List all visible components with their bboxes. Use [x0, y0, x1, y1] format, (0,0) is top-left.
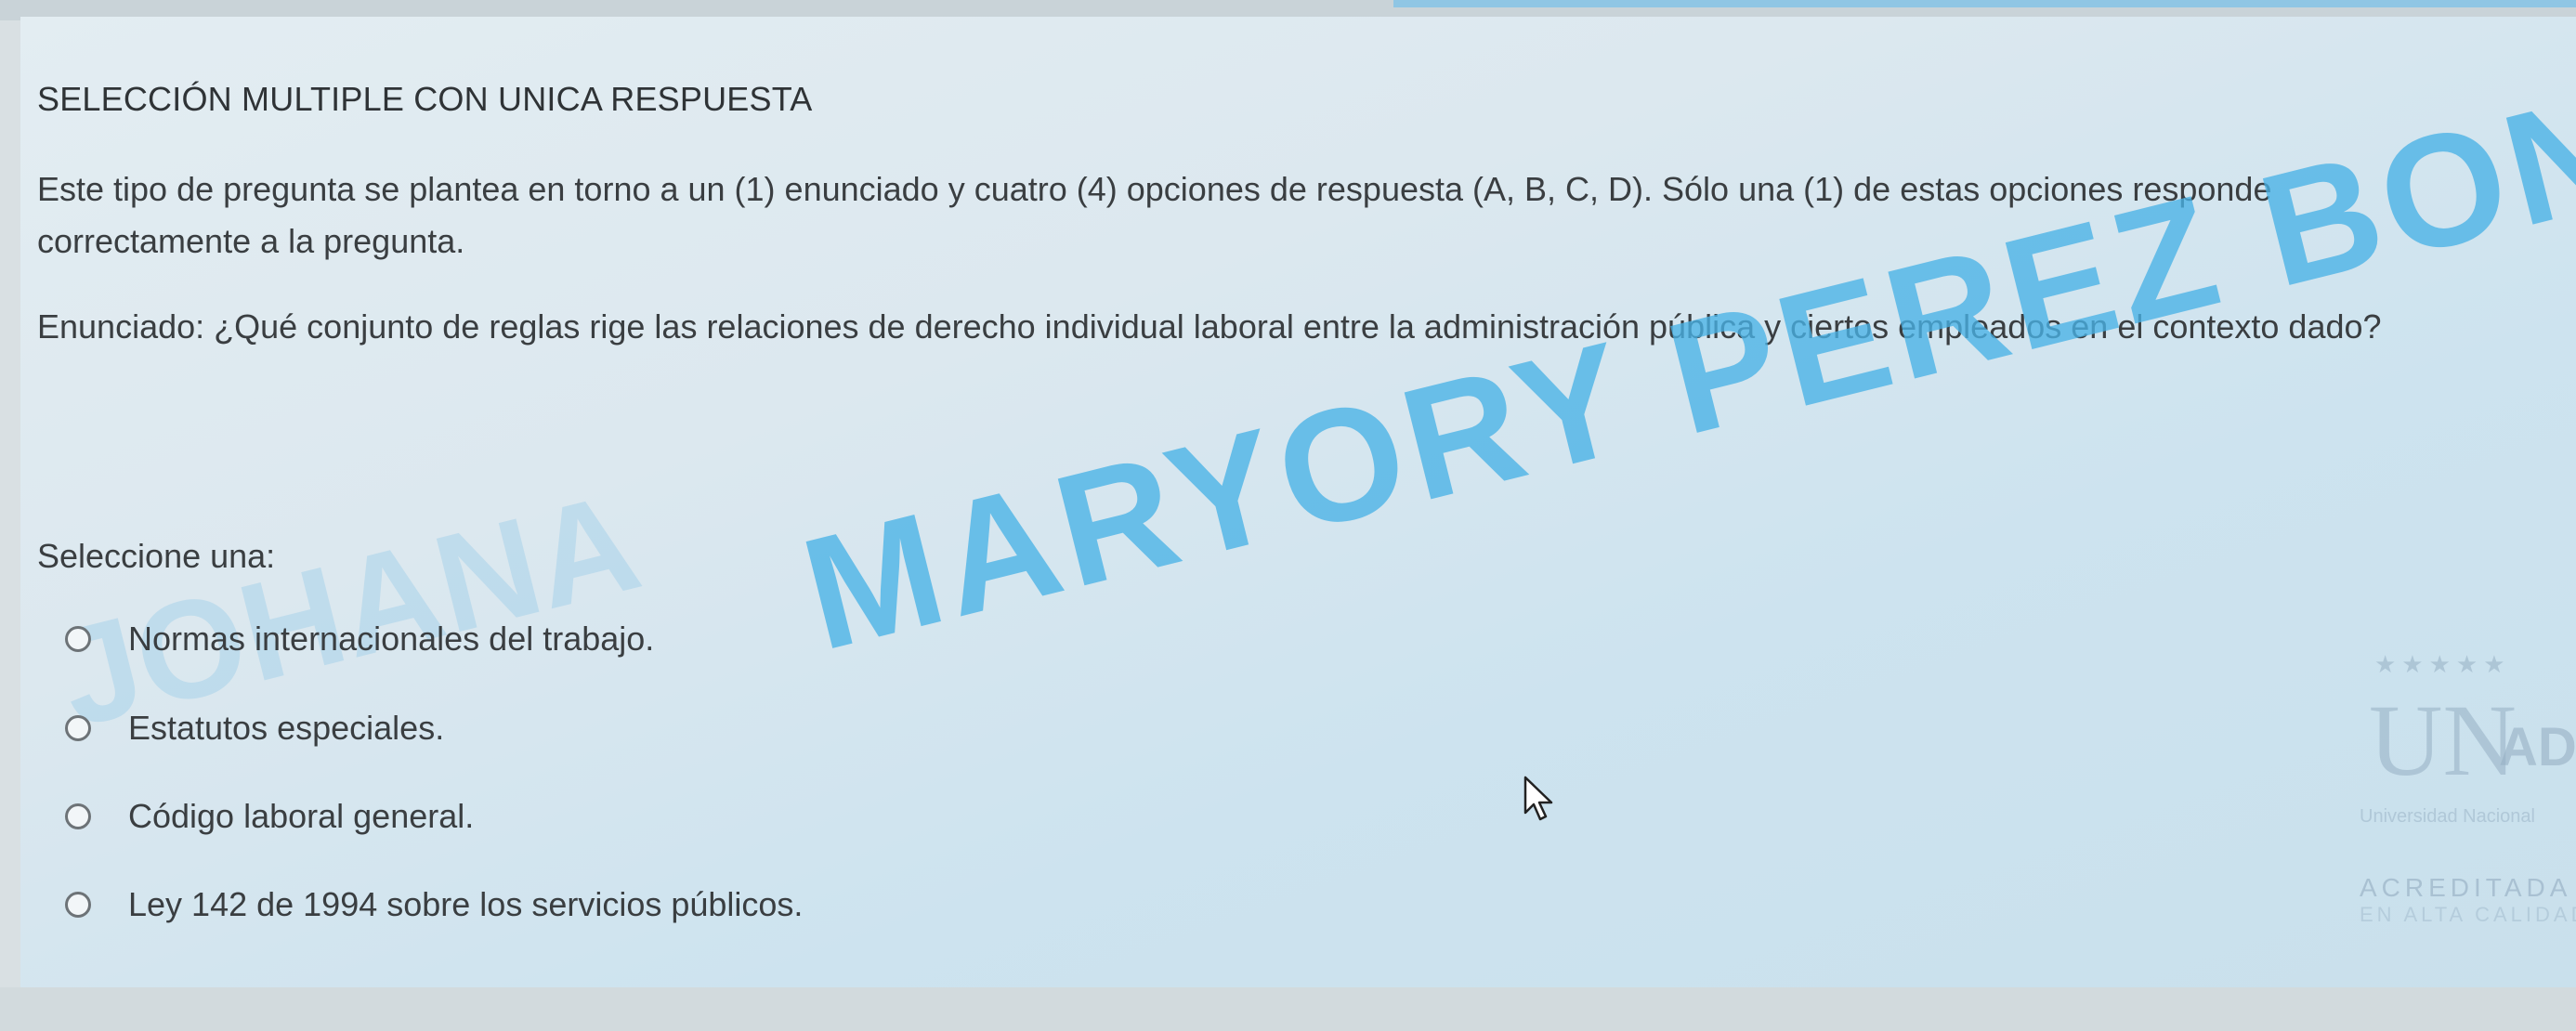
radio-button-icon[interactable]	[65, 715, 91, 741]
answer-option-c[interactable]: Código laboral general.	[65, 794, 474, 839]
question-type-heading: SELECCIÓN MULTIPLE CON UNICA RESPUESTA	[37, 80, 813, 118]
answer-option-label: Estatutos especiales.	[128, 709, 445, 747]
answer-option-label: Normas internacionales del trabajo.	[128, 620, 655, 658]
answer-option-d[interactable]: Ley 142 de 1994 sobre los servicios públ…	[65, 882, 803, 927]
logo-accredited-text: ACREDITADA	[2360, 873, 2572, 902]
answer-option-a[interactable]: Normas internacionales del trabajo.	[65, 617, 654, 661]
select-one-label: Seleccione una:	[37, 537, 276, 575]
answer-option-b[interactable]: Estatutos especiales.	[65, 706, 444, 750]
answer-option-label: Código laboral general.	[128, 797, 475, 835]
logo-ad-text: AD	[2499, 717, 2576, 777]
unad-logo: ★★★★★ UN AD Universidad Nacional ACREDIT…	[2341, 650, 2576, 947]
radio-button-icon[interactable]	[65, 803, 91, 829]
radio-button-icon[interactable]	[65, 626, 91, 652]
logo-un-text: UN	[2369, 684, 2517, 797]
page-bottom-strip	[0, 987, 2576, 1031]
radio-button-icon[interactable]	[65, 892, 91, 918]
logo-stars-icon: ★★★★★	[2374, 650, 2511, 678]
logo-university-text: Universidad Nacional	[2360, 806, 2535, 827]
mouse-pointer-icon	[1523, 776, 1553, 821]
logo-quality-text: EN ALTA CALIDAD	[2360, 903, 2576, 926]
answer-option-label: Ley 142 de 1994 sobre los servicios públ…	[128, 885, 804, 923]
